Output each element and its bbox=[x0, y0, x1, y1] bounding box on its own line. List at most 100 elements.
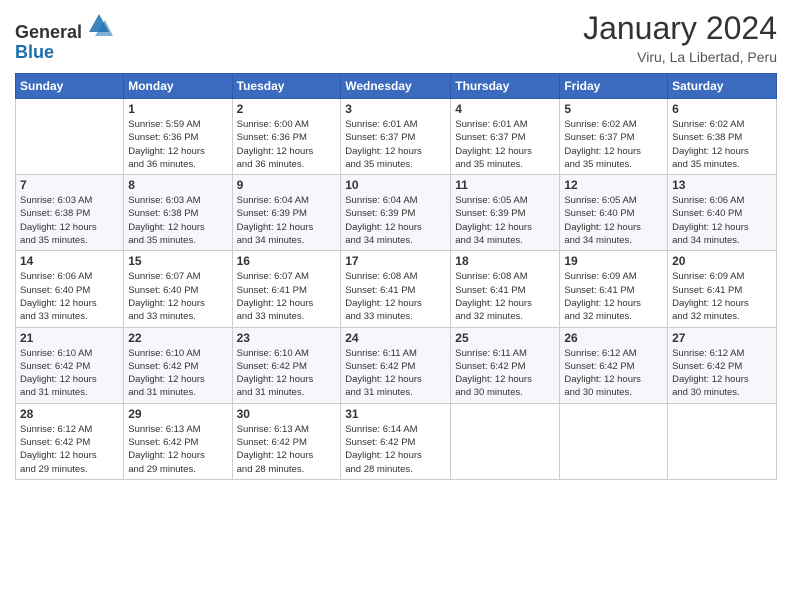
day-number: 20 bbox=[672, 254, 772, 268]
day-info: Sunrise: 6:03 AMSunset: 6:38 PMDaylight:… bbox=[128, 194, 227, 247]
calendar-cell: 23 Sunrise: 6:10 AMSunset: 6:42 PMDayligh… bbox=[232, 327, 341, 403]
calendar-page: General Blue January 2024 Viru, La Liber… bbox=[0, 0, 792, 612]
calendar-cell: 12 Sunrise: 6:05 AMSunset: 6:40 PMDayligh… bbox=[560, 175, 668, 251]
header: General Blue January 2024 Viru, La Liber… bbox=[15, 10, 777, 65]
day-number: 22 bbox=[128, 331, 227, 345]
week-row-1: 1 Sunrise: 5:59 AMSunset: 6:36 PMDaylight… bbox=[16, 99, 777, 175]
day-info: Sunrise: 6:10 AMSunset: 6:42 PMDaylight:… bbox=[128, 347, 227, 400]
calendar-cell: 7 Sunrise: 6:03 AMSunset: 6:38 PMDaylight… bbox=[16, 175, 124, 251]
day-info: Sunrise: 6:12 AMSunset: 6:42 PMDaylight:… bbox=[672, 347, 772, 400]
day-number: 7 bbox=[20, 178, 119, 192]
day-info: Sunrise: 6:03 AMSunset: 6:38 PMDaylight:… bbox=[20, 194, 119, 247]
calendar-cell: 13 Sunrise: 6:06 AMSunset: 6:40 PMDayligh… bbox=[668, 175, 777, 251]
day-info: Sunrise: 6:02 AMSunset: 6:38 PMDaylight:… bbox=[672, 118, 772, 171]
day-number: 25 bbox=[455, 331, 555, 345]
calendar-cell: 8 Sunrise: 6:03 AMSunset: 6:38 PMDaylight… bbox=[124, 175, 232, 251]
calendar-cell bbox=[16, 99, 124, 175]
calendar-cell: 15Sunrise: 6:07 AMSunset: 6:40 PMDayligh… bbox=[124, 251, 232, 327]
day-number: 29 bbox=[128, 407, 227, 421]
day-info: Sunrise: 6:11 AMSunset: 6:42 PMDaylight:… bbox=[455, 347, 555, 400]
day-info: Sunrise: 6:13 AMSunset: 6:42 PMDaylight:… bbox=[128, 423, 227, 476]
day-number: 31 bbox=[345, 407, 446, 421]
calendar-cell: 25 Sunrise: 6:11 AMSunset: 6:42 PMDayligh… bbox=[451, 327, 560, 403]
day-info: Sunrise: 6:09 AMSunset: 6:41 PMDaylight:… bbox=[672, 270, 772, 323]
title-block: January 2024 Viru, La Libertad, Peru bbox=[583, 10, 777, 65]
calendar-cell: 31 Sunrise: 6:14 AMSunset: 6:42 PMDayligh… bbox=[341, 403, 451, 479]
day-info: Sunrise: 6:13 AMSunset: 6:42 PMDaylight:… bbox=[237, 423, 337, 476]
day-info: Sunrise: 6:04 AMSunset: 6:39 PMDaylight:… bbox=[345, 194, 446, 247]
day-number: 23 bbox=[237, 331, 337, 345]
day-number: 14 bbox=[20, 254, 119, 268]
day-info: Sunrise: 6:08 AMSunset: 6:41 PMDaylight:… bbox=[455, 270, 555, 323]
calendar-cell: 6 Sunrise: 6:02 AMSunset: 6:38 PMDaylight… bbox=[668, 99, 777, 175]
calendar-cell: 5 Sunrise: 6:02 AMSunset: 6:37 PMDaylight… bbox=[560, 99, 668, 175]
day-number: 2 bbox=[237, 102, 337, 116]
calendar-cell: 21 Sunrise: 6:10 AMSunset: 6:42 PMDayligh… bbox=[16, 327, 124, 403]
day-number: 16 bbox=[237, 254, 337, 268]
day-info: Sunrise: 6:09 AMSunset: 6:41 PMDaylight:… bbox=[564, 270, 663, 323]
week-row-2: 7 Sunrise: 6:03 AMSunset: 6:38 PMDaylight… bbox=[16, 175, 777, 251]
day-number: 21 bbox=[20, 331, 119, 345]
calendar-cell: 14 Sunrise: 6:06 AMSunset: 6:40 PMDayligh… bbox=[16, 251, 124, 327]
day-number: 9 bbox=[237, 178, 337, 192]
calendar-cell: 11Sunrise: 6:05 AMSunset: 6:39 PMDayligh… bbox=[451, 175, 560, 251]
calendar-cell: 22 Sunrise: 6:10 AMSunset: 6:42 PMDayligh… bbox=[124, 327, 232, 403]
day-number: 13 bbox=[672, 178, 772, 192]
day-info: Sunrise: 6:10 AMSunset: 6:42 PMDaylight:… bbox=[237, 347, 337, 400]
logo-general-text: General bbox=[15, 22, 82, 42]
calendar-cell bbox=[451, 403, 560, 479]
calendar-cell: 30 Sunrise: 6:13 AMSunset: 6:42 PMDayligh… bbox=[232, 403, 341, 479]
calendar-cell: 24 Sunrise: 6:11 AMSunset: 6:42 PMDayligh… bbox=[341, 327, 451, 403]
day-info: Sunrise: 6:00 AMSunset: 6:36 PMDaylight:… bbox=[237, 118, 337, 171]
calendar-cell: 10 Sunrise: 6:04 AMSunset: 6:39 PMDayligh… bbox=[341, 175, 451, 251]
day-info: Sunrise: 6:01 AMSunset: 6:37 PMDaylight:… bbox=[345, 118, 446, 171]
header-sunday: Sunday bbox=[16, 74, 124, 99]
logo: General Blue bbox=[15, 10, 113, 63]
day-info: Sunrise: 6:02 AMSunset: 6:37 PMDaylight:… bbox=[564, 118, 663, 171]
day-info: Sunrise: 6:06 AMSunset: 6:40 PMDaylight:… bbox=[672, 194, 772, 247]
calendar-cell: 27 Sunrise: 6:12 AMSunset: 6:42 PMDayligh… bbox=[668, 327, 777, 403]
day-number: 24 bbox=[345, 331, 446, 345]
day-info: Sunrise: 6:10 AMSunset: 6:42 PMDaylight:… bbox=[20, 347, 119, 400]
week-row-3: 14 Sunrise: 6:06 AMSunset: 6:40 PMDayligh… bbox=[16, 251, 777, 327]
calendar-cell: 20 Sunrise: 6:09 AMSunset: 6:41 PMDayligh… bbox=[668, 251, 777, 327]
day-number: 17 bbox=[345, 254, 446, 268]
logo-icon bbox=[85, 10, 113, 38]
day-number: 12 bbox=[564, 178, 663, 192]
day-info: Sunrise: 6:07 AMSunset: 6:41 PMDaylight:… bbox=[237, 270, 337, 323]
day-info: Sunrise: 6:04 AMSunset: 6:39 PMDaylight:… bbox=[237, 194, 337, 247]
day-number: 3 bbox=[345, 102, 446, 116]
week-row-5: 28Sunrise: 6:12 AMSunset: 6:42 PMDayligh… bbox=[16, 403, 777, 479]
day-info: Sunrise: 6:11 AMSunset: 6:42 PMDaylight:… bbox=[345, 347, 446, 400]
day-info: Sunrise: 5:59 AMSunset: 6:36 PMDaylight:… bbox=[128, 118, 227, 171]
day-number: 27 bbox=[672, 331, 772, 345]
day-number: 26 bbox=[564, 331, 663, 345]
calendar-cell bbox=[668, 403, 777, 479]
day-number: 5 bbox=[564, 102, 663, 116]
calendar-cell: 26 Sunrise: 6:12 AMSunset: 6:42 PMDayligh… bbox=[560, 327, 668, 403]
day-number: 18 bbox=[455, 254, 555, 268]
location-subtitle: Viru, La Libertad, Peru bbox=[583, 49, 777, 65]
day-info: Sunrise: 6:12 AMSunset: 6:42 PMDaylight:… bbox=[564, 347, 663, 400]
day-info: Sunrise: 6:05 AMSunset: 6:40 PMDaylight:… bbox=[564, 194, 663, 247]
month-title: January 2024 bbox=[583, 10, 777, 47]
day-number: 15 bbox=[128, 254, 227, 268]
day-number: 28 bbox=[20, 407, 119, 421]
calendar-table: Sunday Monday Tuesday Wednesday Thursday… bbox=[15, 73, 777, 480]
calendar-cell: 1 Sunrise: 5:59 AMSunset: 6:36 PMDaylight… bbox=[124, 99, 232, 175]
calendar-cell: 19 Sunrise: 6:09 AMSunset: 6:41 PMDayligh… bbox=[560, 251, 668, 327]
day-number: 8 bbox=[128, 178, 227, 192]
day-number: 1 bbox=[128, 102, 227, 116]
day-number: 6 bbox=[672, 102, 772, 116]
day-info: Sunrise: 6:06 AMSunset: 6:40 PMDaylight:… bbox=[20, 270, 119, 323]
day-number: 19 bbox=[564, 254, 663, 268]
calendar-cell: 4Sunrise: 6:01 AMSunset: 6:37 PMDaylight… bbox=[451, 99, 560, 175]
header-saturday: Saturday bbox=[668, 74, 777, 99]
day-info: Sunrise: 6:14 AMSunset: 6:42 PMDaylight:… bbox=[345, 423, 446, 476]
header-thursday: Thursday bbox=[451, 74, 560, 99]
week-row-4: 21 Sunrise: 6:10 AMSunset: 6:42 PMDayligh… bbox=[16, 327, 777, 403]
day-number: 4 bbox=[455, 102, 555, 116]
day-number: 30 bbox=[237, 407, 337, 421]
calendar-cell: 17Sunrise: 6:08 AMSunset: 6:41 PMDayligh… bbox=[341, 251, 451, 327]
day-number: 10 bbox=[345, 178, 446, 192]
